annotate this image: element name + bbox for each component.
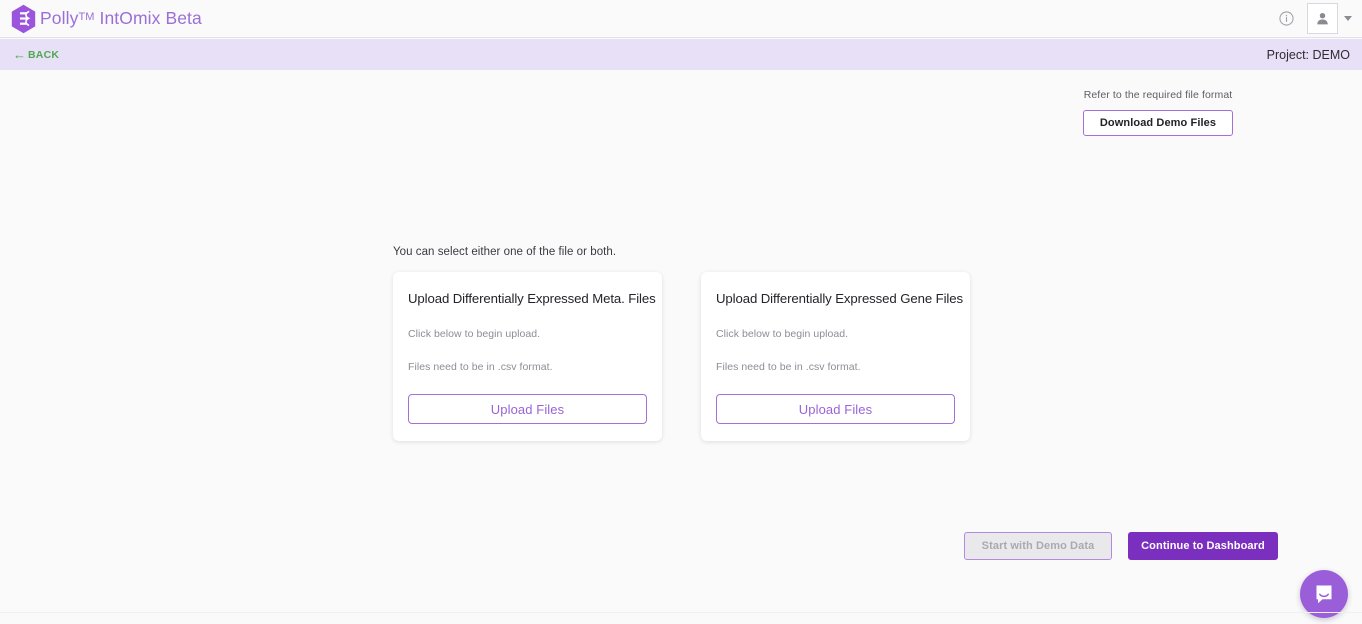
back-button[interactable]: ← BACK xyxy=(0,48,59,61)
brand-logo-group[interactable]: PollyTM IntOmix Beta xyxy=(0,4,202,34)
project-name-label: Project: DEMO xyxy=(1266,47,1350,62)
polly-hexagon-logo-icon xyxy=(10,4,37,34)
top-header-bar: PollyTM IntOmix Beta xyxy=(0,0,1362,38)
user-avatar-icon xyxy=(1317,12,1328,25)
back-button-label: BACK xyxy=(28,48,60,61)
chevron-down-icon[interactable] xyxy=(1340,4,1356,34)
upload-card-meta-files: Upload Differentially Expressed Meta. Fi… xyxy=(393,272,662,441)
card-title: Upload Differentially Expressed Gene Fil… xyxy=(716,291,963,306)
brand-suffix: IntOmix Beta xyxy=(99,8,202,28)
info-circle-icon[interactable] xyxy=(1271,4,1301,34)
user-account-button[interactable] xyxy=(1307,3,1338,34)
back-arrow-icon: ← xyxy=(13,47,26,62)
chat-launcher-button[interactable] xyxy=(1300,570,1348,618)
card-instruction-line: Click below to begin upload. xyxy=(716,328,849,340)
demo-files-section: Refer to the required file format Downlo… xyxy=(1038,88,1278,136)
brand-name: Polly xyxy=(40,8,79,28)
header-actions xyxy=(1271,3,1362,34)
card-instruction-line: Click below to begin upload. xyxy=(408,328,541,340)
download-demo-files-button[interactable]: Download Demo Files xyxy=(1083,110,1233,136)
card-title: Upload Differentially Expressed Meta. Fi… xyxy=(408,291,656,306)
app-title: PollyTM IntOmix Beta xyxy=(40,8,202,29)
file-format-hint: Refer to the required file format xyxy=(1083,89,1233,101)
project-bar: ← BACK Project: DEMO xyxy=(0,39,1362,70)
bottom-separator xyxy=(0,612,1362,613)
start-with-demo-data-button[interactable]: Start with Demo Data xyxy=(964,532,1112,560)
upload-cards-container: Upload Differentially Expressed Meta. Fi… xyxy=(393,272,970,441)
footer-action-buttons: Start with Demo Data Continue to Dashboa… xyxy=(964,532,1278,560)
card-format-line: Files need to be in .csv format. xyxy=(408,361,553,373)
upload-card-gene-files: Upload Differentially Expressed Gene Fil… xyxy=(701,272,970,441)
selection-note: You can select either one of the file or… xyxy=(393,246,617,258)
trademark-symbol: TM xyxy=(78,11,95,23)
chat-bubble-icon xyxy=(1316,585,1332,604)
upload-section: You can select either one of the file or… xyxy=(393,246,970,441)
card-format-line: Files need to be in .csv format. xyxy=(716,361,861,373)
continue-to-dashboard-button[interactable]: Continue to Dashboard xyxy=(1128,532,1278,560)
upload-files-button-gene[interactable]: Upload Files xyxy=(716,394,955,424)
app-root: PollyTM IntOmix Beta ← BACK Project: DEM… xyxy=(0,0,1362,624)
upload-files-button-meta[interactable]: Upload Files xyxy=(408,394,647,424)
